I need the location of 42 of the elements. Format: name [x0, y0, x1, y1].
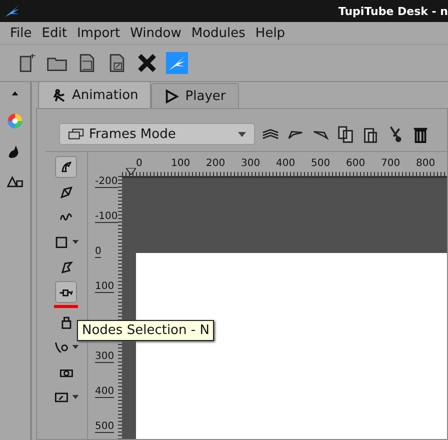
tool-button[interactable]: [55, 156, 77, 178]
app-logo-icon[interactable]: [166, 52, 188, 74]
ruler-label: 300: [95, 351, 114, 363]
window-title: TupiTube Desk - n: [338, 4, 448, 18]
app-logo-icon: [4, 4, 20, 18]
ruler-label: 500: [95, 421, 114, 433]
ruler-label: 700: [381, 158, 400, 169]
frames-icon: [68, 128, 85, 140]
menu-item[interactable]: Modules: [187, 26, 252, 40]
ruler-label: 0: [136, 158, 142, 169]
menu-item[interactable]: Import: [72, 26, 126, 40]
ruler-label: -100: [95, 211, 118, 223]
collapse-arrow-icon[interactable]: [11, 90, 19, 96]
tab[interactable]: Animation: [38, 81, 152, 108]
ruler-marker-icon: [126, 168, 136, 175]
rectangle-icon: [53, 234, 69, 250]
ruler-label: 800: [416, 158, 436, 169]
ruler-label: 100: [95, 281, 114, 293]
ruler-label: 0: [95, 246, 102, 258]
menu-item[interactable]: File: [6, 26, 38, 40]
pencil-icon: [58, 184, 74, 200]
menu-item[interactable]: Window: [126, 26, 188, 40]
ruler-label: 400: [276, 158, 296, 169]
ruler-label: 200: [206, 158, 226, 169]
menu-item[interactable]: Help: [251, 26, 292, 40]
tooltip: Nodes Selection - N: [77, 320, 214, 341]
close-icon[interactable]: [136, 52, 158, 74]
play-icon: [164, 88, 180, 104]
ruler-label: 600: [346, 158, 366, 169]
tool-button[interactable]: [55, 281, 77, 303]
tab[interactable]: Player: [151, 83, 239, 108]
caret-icon: [238, 132, 246, 136]
color-wheel-icon[interactable]: [6, 112, 24, 130]
ruler-label: 500: [311, 158, 330, 169]
menu-item[interactable]: Edit: [38, 26, 73, 40]
copy-icon[interactable]: [336, 124, 355, 144]
ruler-label: 100: [171, 158, 190, 169]
mode-dropdown[interactable]: Frames Mode: [59, 123, 255, 145]
ruler-label: 300: [241, 158, 260, 169]
running-figure-icon: [51, 88, 66, 102]
ruler-label: -200: [95, 176, 118, 188]
ruler-label: 400: [95, 386, 114, 398]
